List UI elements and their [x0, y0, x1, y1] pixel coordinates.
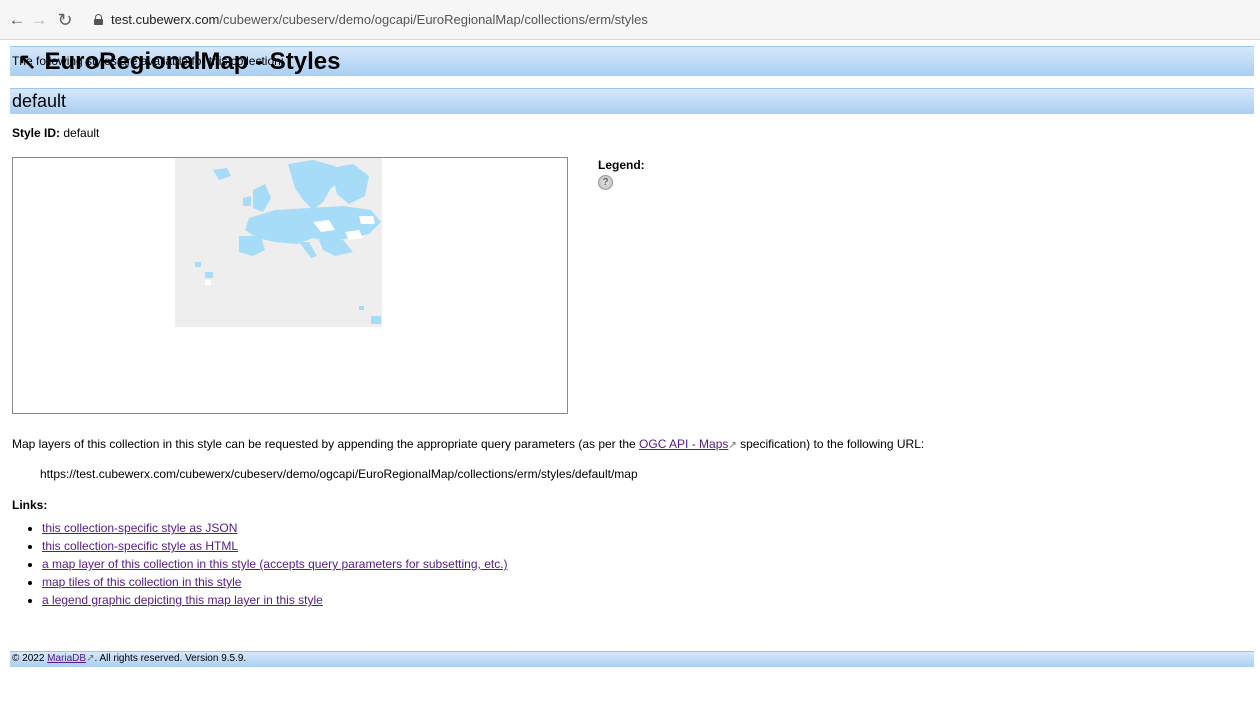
ogc-api-maps-link[interactable]: OGC API - Maps [639, 437, 728, 451]
style-name-heading: default [12, 91, 67, 111]
footer-bar: © 2022 MariaDB↗. All rights reserved. Ve… [10, 651, 1254, 667]
list-item: a legend graphic depicting this map laye… [42, 591, 508, 609]
links-heading: Links: [12, 498, 48, 512]
style-section-bar: default [10, 88, 1254, 114]
link-legend-graphic[interactable]: a legend graphic depicting this map laye… [42, 593, 323, 607]
lock-icon [94, 14, 103, 25]
reload-icon[interactable]: ↻ [54, 0, 76, 40]
map-island-2 [205, 272, 213, 278]
map-island-1 [195, 262, 201, 267]
list-item: map tiles of this collection in this sty… [42, 573, 508, 591]
list-item: this collection-specific style as JSON [42, 519, 508, 537]
map-island-3 [359, 306, 364, 310]
style-id-label: Style ID: [12, 126, 61, 140]
address-bar[interactable]: test.cubewerx.com/cubewerx/cubeserv/demo… [111, 12, 648, 27]
forward-arrow-icon[interactable]: → [28, 0, 50, 40]
map-desc-before: Map layers of this collection in this st… [12, 437, 640, 451]
links-list: this collection-specific style as JSON t… [32, 519, 508, 609]
link-style-html[interactable]: this collection-specific style as HTML [42, 539, 238, 553]
style-id: Style ID: default [12, 126, 99, 140]
map-island-4 [371, 316, 381, 324]
map-preview [12, 157, 568, 414]
list-item: a map layer of this collection in this s… [42, 555, 508, 573]
map-desc-after: specification) to the following URL: [736, 437, 925, 451]
map-layer-description: Map layers of this collection in this st… [12, 437, 924, 451]
map-gap-3 [359, 216, 375, 224]
link-style-json[interactable]: this collection-specific style as JSON [42, 521, 237, 535]
url-host: test.cubewerx.com [111, 12, 220, 27]
legend-label: Legend: [598, 158, 645, 172]
link-map-tiles[interactable]: map tiles of this collection in this sty… [42, 575, 241, 589]
footer-prefix: © 2022 [12, 653, 48, 664]
map-url: https://test.cubewerx.com/cubewerx/cubes… [40, 467, 638, 481]
url-path: /cubewerx/cubeserv/demo/ogcapi/EuroRegio… [219, 12, 648, 27]
map-island-gap [205, 280, 211, 285]
browser-toolbar: ← → ↻ test.cubewerx.com/cubewerx/cubeser… [0, 0, 1260, 40]
map-preview-image [175, 158, 382, 327]
link-map-layer[interactable]: a map layer of this collection in this s… [42, 557, 508, 571]
external-link-icon: ↗ [728, 440, 737, 451]
intro-text: The following styles are available for t… [12, 54, 285, 68]
help-icon[interactable]: ? [598, 175, 613, 190]
back-arrow-icon[interactable]: ← [6, 0, 28, 40]
footer-suffix: . All rights reserved. Version 9.5.9. [94, 653, 247, 664]
list-item: this collection-specific style as HTML [42, 537, 508, 555]
style-id-value: default [63, 126, 100, 140]
mariadb-link[interactable]: MariaDB [47, 653, 86, 664]
